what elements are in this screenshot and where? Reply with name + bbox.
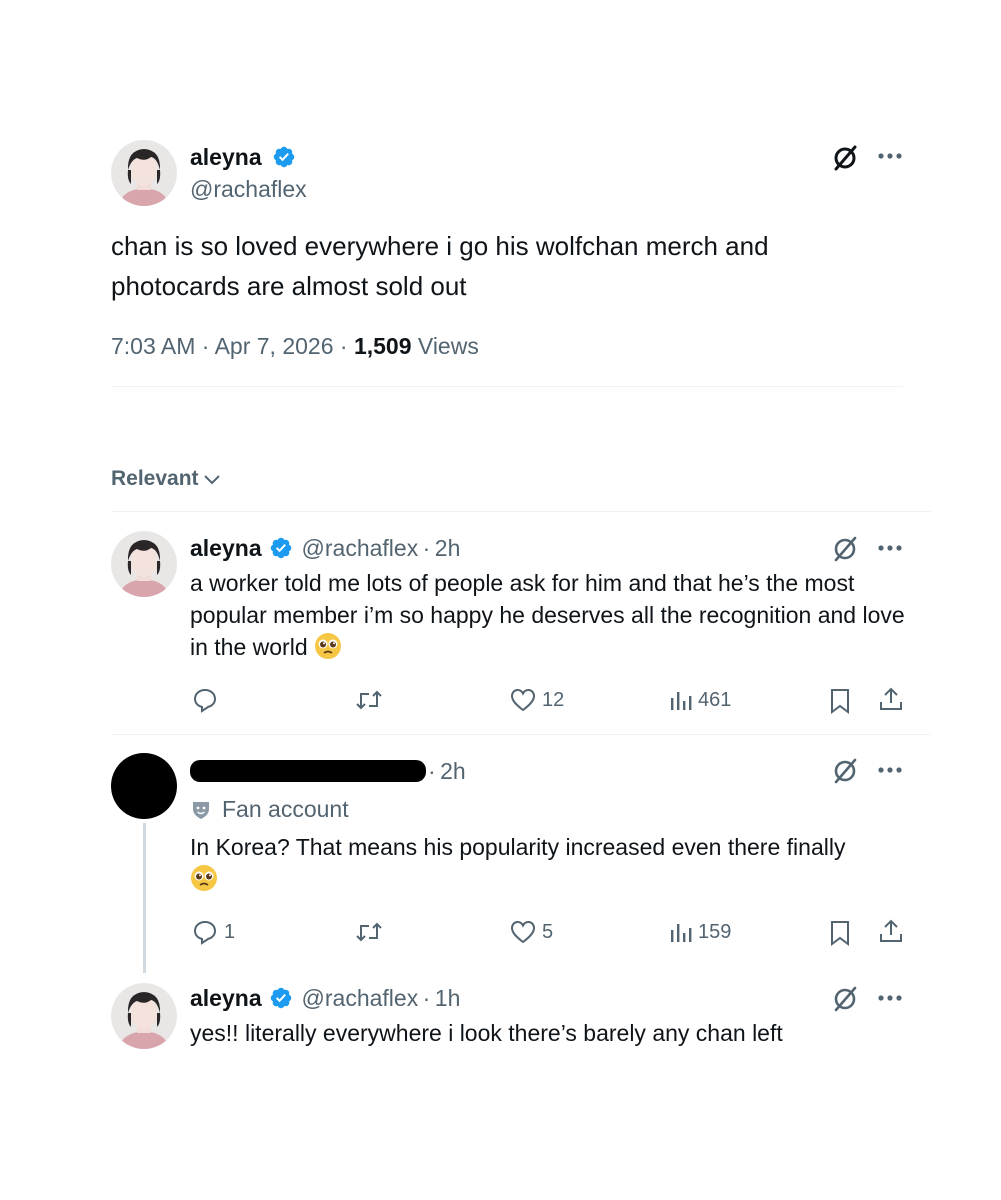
reply-text-container: a worker told me lots of people ask for …	[190, 567, 910, 663]
avatar[interactable]	[111, 753, 177, 819]
views-icon	[671, 692, 692, 710]
reply-button[interactable]	[192, 687, 224, 713]
more-icon[interactable]	[877, 152, 903, 160]
views-count: 159	[698, 920, 732, 943]
reply-time[interactable]: 2h	[440, 758, 466, 784]
grok-icon[interactable]	[831, 144, 859, 172]
reply-text: a worker told me lots of people ask for …	[190, 570, 905, 660]
display-name[interactable]: aleyna	[190, 144, 262, 170]
pleading-face-emoji	[191, 865, 217, 891]
pleading-face-emoji	[315, 633, 342, 659]
separator-dot: ·	[422, 535, 431, 561]
reply-button[interactable]: 1	[192, 919, 235, 945]
reply-text-container: In Korea? That means his popularity incr…	[190, 831, 910, 895]
views-button[interactable]: 461	[668, 688, 731, 712]
grok-icon[interactable]	[831, 535, 859, 563]
reply-text: yes!! literally everywhere i look there’…	[190, 1020, 783, 1046]
bookmark-icon[interactable]	[829, 920, 851, 946]
more-icon[interactable]	[877, 994, 903, 1002]
avatar[interactable]	[111, 140, 177, 206]
verified-badge-icon	[270, 987, 292, 1009]
like-icon	[510, 688, 536, 712]
more-icon[interactable]	[877, 766, 903, 774]
tweet-date[interactable]: Apr 7, 2026	[215, 333, 334, 359]
redacted-name	[190, 760, 426, 782]
handle[interactable]: @rachaflex	[302, 535, 419, 561]
sort-label: Relevant	[111, 467, 199, 490]
reply-time[interactable]: 2h	[435, 535, 461, 561]
like-button[interactable]: 5	[510, 920, 553, 944]
bookmark-icon[interactable]	[829, 688, 851, 714]
fan-account-icon	[193, 801, 209, 819]
separator-dot: ·	[428, 758, 436, 784]
chevron-down-icon	[203, 475, 220, 485]
separator-dot: ·	[422, 985, 431, 1011]
retweet-button[interactable]	[355, 920, 389, 944]
like-count: 12	[542, 688, 565, 711]
grok-icon[interactable]	[831, 985, 859, 1013]
grok-icon[interactable]	[831, 757, 859, 785]
display-name[interactable]: aleyna	[190, 985, 262, 1011]
share-icon[interactable]	[878, 686, 904, 712]
views-label: Views	[417, 333, 479, 359]
avatar[interactable]	[111, 983, 177, 1049]
views-icon	[671, 924, 692, 942]
display-name[interactable]: aleyna	[190, 535, 262, 561]
share-icon[interactable]	[878, 918, 904, 944]
views-count: 461	[698, 688, 732, 711]
verified-badge-icon	[273, 146, 295, 168]
divider	[111, 386, 903, 387]
like-button[interactable]: 12	[510, 688, 564, 712]
account-label-text: Fan account	[222, 796, 349, 822]
views-button[interactable]: 159	[668, 920, 731, 944]
tweet-meta: 7:03 AM · Apr 7, 2026 · 1,509 Views	[111, 333, 479, 359]
avatar[interactable]	[111, 531, 177, 597]
divider	[111, 511, 931, 512]
account-label: Fan account	[190, 796, 349, 823]
reply-text: In Korea? That means his popularity incr…	[190, 834, 846, 860]
verified-badge-icon	[270, 537, 292, 559]
reply-icon	[193, 920, 217, 945]
retweet-icon	[356, 690, 382, 710]
sort-dropdown[interactable]: Relevant	[111, 467, 221, 491]
tweet-text: chan is so loved everywhere i go his wol…	[111, 231, 769, 301]
more-icon[interactable]	[877, 544, 903, 552]
like-icon	[510, 920, 536, 944]
thread-line	[143, 823, 146, 973]
views-count: 1,509	[353, 333, 412, 359]
tweet-time[interactable]: 7:03 AM	[111, 333, 195, 359]
divider	[111, 734, 931, 735]
reply-time[interactable]: 1h	[435, 985, 461, 1011]
reply-icon	[193, 688, 217, 713]
handle[interactable]: @rachaflex	[190, 176, 307, 203]
reply-count: 1	[224, 920, 236, 943]
retweet-button[interactable]	[355, 688, 389, 712]
retweet-icon	[356, 922, 382, 942]
like-count: 5	[542, 920, 554, 943]
handle[interactable]: @rachaflex	[302, 985, 419, 1011]
